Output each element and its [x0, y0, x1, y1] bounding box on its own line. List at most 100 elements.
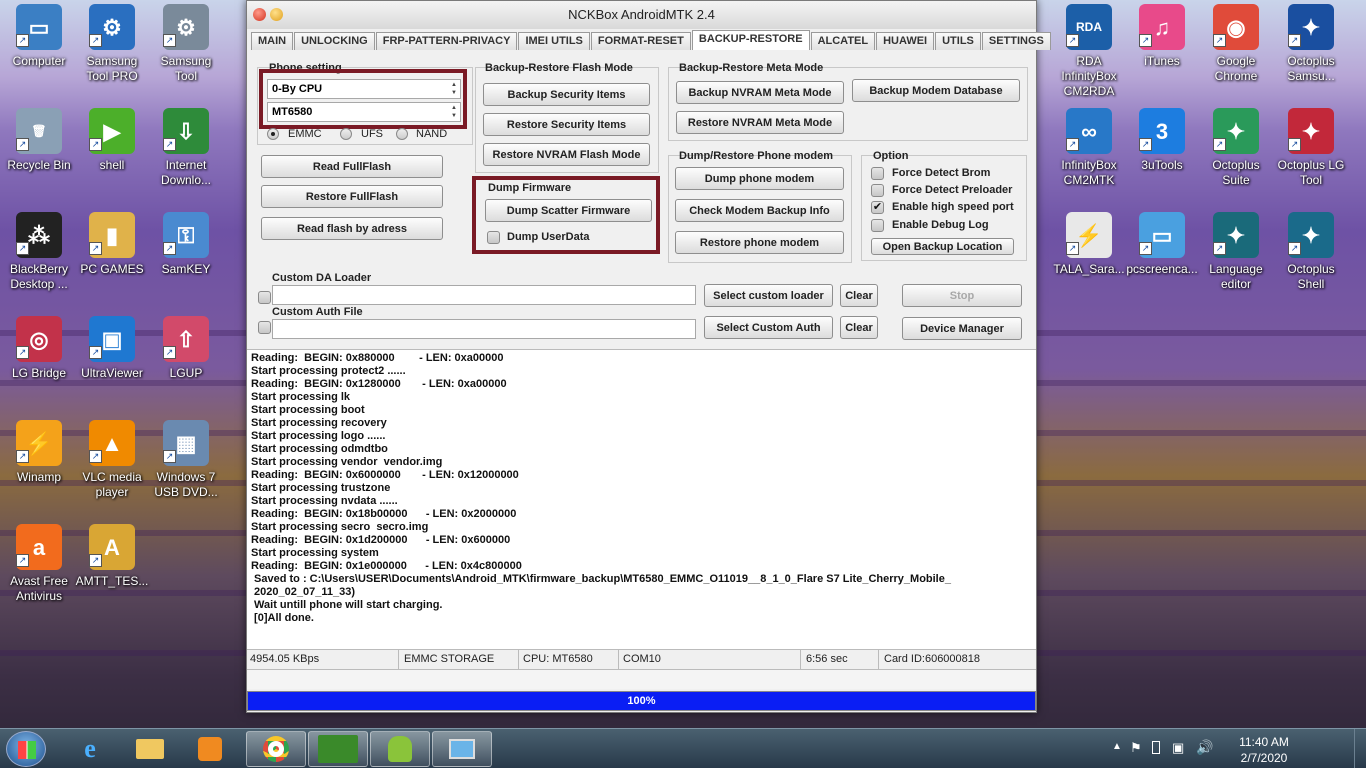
device-manager-button[interactable]: Device Manager — [902, 317, 1022, 340]
backup-security-button[interactable]: Backup Security Items — [483, 83, 650, 106]
log-line: Start processing trustzone — [251, 482, 391, 494]
android-icon — [388, 736, 412, 762]
tab-settings[interactable]: SETTINGS — [981, 32, 1051, 50]
desktop-icon-avast-free-antivirus[interactable]: a ↗ Avast Free Antivirus — [2, 524, 76, 604]
tab-utils[interactable]: UTILS — [935, 32, 981, 50]
shortcut-arrow-icon: ↗ — [89, 554, 102, 567]
select-custom-loader-button[interactable]: Select custom loader — [704, 284, 833, 307]
app-taskbar-icon[interactable] — [308, 731, 368, 767]
check-modem-backup-button[interactable]: Check Modem Backup Info — [675, 199, 844, 222]
desktop-icon-windows-7-usb-dvd[interactable]: ▦ ↗ Windows 7 USB DVD... — [149, 420, 223, 500]
tab-alcatel[interactable]: ALCATEL — [810, 32, 876, 50]
desktop-icon-amtt-tes[interactable]: A ↗ AMTT_TES... — [75, 524, 149, 589]
read-fullflash-button[interactable]: Read FullFlash — [261, 155, 443, 178]
media-taskbar-icon[interactable] — [180, 731, 240, 767]
restore-nvram-meta-button[interactable]: Restore NVRAM Meta Mode — [676, 111, 844, 134]
read-flash-by-address-button[interactable]: Read flash by adress — [261, 217, 443, 240]
high-speed-checkbox[interactable]: ✔ — [871, 201, 884, 214]
tab-main[interactable]: MAIN — [251, 32, 294, 50]
desktop-icon-octoplus-shell[interactable]: ✦ ↗ Octoplus Shell — [1274, 212, 1348, 292]
log-area[interactable]: Reading: BEGIN: 0x880000 - LEN: 0xa00000… — [247, 349, 1036, 649]
desktop-icon-octoplus-lg-tool[interactable]: ✦ ↗ Octoplus LG Tool — [1274, 108, 1348, 188]
tab-unlocking[interactable]: UNLOCKING — [294, 32, 375, 50]
desktop-icon-3utools[interactable]: 3 ↗ 3uTools — [1125, 108, 1199, 173]
desktop-icon-itunes[interactable]: ♫ ↗ iTunes — [1125, 4, 1199, 69]
tab-imei-utils[interactable]: IMEI UTILS — [518, 32, 590, 50]
desktop-icon-internet-downlo[interactable]: ⇩ ↗ Internet Downlo... — [149, 108, 223, 188]
close-icon[interactable] — [253, 8, 266, 21]
desktop-icon-lg-bridge[interactable]: ◎ ↗ LG Bridge — [2, 316, 76, 381]
custom-da-checkbox[interactable] — [258, 291, 271, 304]
backup-modem-database-button[interactable]: Backup Modem Database — [852, 79, 1020, 102]
tab-format-reset[interactable]: FORMAT-RESET — [590, 32, 691, 50]
network-icon[interactable]: ▣ — [1172, 740, 1184, 756]
clock-time: 11:40 AM — [1239, 735, 1289, 749]
desktop-icon-tala-sara[interactable]: ⚡ ↗ TALA_Sara... — [1052, 212, 1126, 277]
volume-icon[interactable]: 🔊 — [1196, 739, 1213, 756]
desktop-icon-shell[interactable]: ▶ ↗ shell — [75, 108, 149, 173]
desktop-icon-samkey[interactable]: ⚿ ↗ SamKEY — [149, 212, 223, 277]
show-desktop-button[interactable] — [1354, 729, 1366, 768]
stop-button[interactable]: Stop — [902, 284, 1022, 307]
desktop-icon-winamp[interactable]: ⚡ ↗ Winamp — [2, 420, 76, 485]
nckbox-taskbar-icon[interactable] — [370, 731, 430, 767]
custom-auth-checkbox[interactable] — [258, 321, 271, 334]
open-backup-location-button[interactable]: Open Backup Location — [871, 238, 1014, 255]
desktop-icon-pc-games[interactable]: ▮ ↗ PC GAMES — [75, 212, 149, 277]
desktop-icon-label: Google Chrome — [1214, 54, 1258, 83]
desktop-icon-octoplus-samsu[interactable]: ✦ ↗ Octoplus Samsu... — [1274, 4, 1348, 84]
force-preloader-checkbox[interactable] — [871, 184, 884, 197]
start-button[interactable] — [6, 731, 46, 767]
radio-emmc[interactable] — [267, 128, 279, 140]
restore-modem-button[interactable]: Restore phone modem — [675, 231, 844, 254]
desktop-icon-blackberry-desktop[interactable]: ⁂ ↗ BlackBerry Desktop ... — [2, 212, 76, 292]
debug-log-checkbox[interactable] — [871, 219, 884, 232]
desktop-icon-samsung-tool-pro[interactable]: ⚙ ↗ Samsung Tool PRO — [75, 4, 149, 84]
restore-security-button[interactable]: Restore Security Items — [483, 113, 650, 136]
desktop-icon-recycle-bin[interactable]: 🗑 ↗ Recycle Bin — [2, 108, 76, 173]
clear-auth-button[interactable]: Clear — [840, 316, 878, 339]
backup-nvram-meta-button[interactable]: Backup NVRAM Meta Mode — [676, 81, 844, 104]
desktop-icon-google-chrome[interactable]: ◉ ↗ Google Chrome — [1199, 4, 1273, 84]
dump-userdata-checkbox[interactable] — [487, 231, 500, 244]
show-hidden-icons-icon[interactable]: ▲ — [1112, 741, 1122, 752]
desktop-icon-octoplus-suite[interactable]: ✦ ↗ Octoplus Suite — [1199, 108, 1273, 188]
radio-ufs[interactable] — [340, 128, 352, 140]
custom-da-input[interactable] — [272, 285, 696, 305]
desktop-icon-pcscreenca[interactable]: ▭ ↗ pcscreenca... — [1125, 212, 1199, 277]
log-line: 2020_02_07_11_33) — [251, 586, 355, 598]
clock[interactable]: 11:40 AM 2/7/2020 — [1222, 734, 1306, 766]
ie-taskbar-icon[interactable]: e — [60, 731, 120, 767]
desktop-icon-computer[interactable]: ▭ ↗ Computer — [2, 4, 76, 69]
clear-loader-button[interactable]: Clear — [840, 284, 878, 307]
desktop-icon-ultraviewer[interactable]: ▣ ↗ UltraViewer — [75, 316, 149, 381]
restore-fullflash-button[interactable]: Restore FullFlash — [261, 185, 443, 208]
title-bar[interactable]: NCKBox AndroidMTK 2.4 — [247, 1, 1036, 29]
screen-taskbar-icon[interactable] — [432, 731, 492, 767]
desktop-icon-rda-infinitybox-cm2rda[interactable]: RDA ↗ RDA InfinityBox CM2RDA — [1052, 4, 1126, 99]
desktop-icon-infinitybox-cm2mtk[interactable]: ∞ ↗ InfinityBox CM2MTK — [1052, 108, 1126, 188]
select-custom-auth-button[interactable]: Select Custom Auth — [704, 316, 833, 339]
desktop-icon-vlc-media-player[interactable]: ▲ ↗ VLC media player — [75, 420, 149, 500]
tab-backup-restore[interactable]: BACKUP-RESTORE — [691, 30, 810, 50]
battery-icon[interactable] — [1152, 741, 1160, 754]
custom-auth-input[interactable] — [272, 319, 696, 339]
dump-scatter-button[interactable]: Dump Scatter Firmware — [485, 199, 652, 222]
chrome-taskbar-icon[interactable] — [246, 731, 306, 767]
desktop-icon-lgup[interactable]: ⇧ ↗ LGUP — [149, 316, 223, 381]
desktop-icon-samsung-tool[interactable]: ⚙ ↗ Samsung Tool — [149, 4, 223, 84]
explorer-taskbar-icon[interactable] — [120, 731, 180, 767]
force-brom-checkbox[interactable] — [871, 167, 884, 180]
desktop-icon-language-editor[interactable]: ✦ ↗ Language editor — [1199, 212, 1273, 292]
restore-nvram-flash-button[interactable]: Restore NVRAM Flash Mode — [483, 143, 650, 166]
tab-frp-pattern-privacy[interactable]: FRP-PATTERN-PRIVACY — [375, 32, 518, 50]
log-line: Start processing secro secro.img — [251, 521, 429, 533]
tab-huawei[interactable]: HUAWEI — [876, 32, 935, 50]
flag-icon[interactable]: ⚑ — [1130, 740, 1142, 756]
shortcut-arrow-icon: ↗ — [163, 34, 176, 47]
shortcut-arrow-icon: ↗ — [1288, 34, 1301, 47]
dump-modem-button[interactable]: Dump phone modem — [675, 167, 844, 190]
radio-nand[interactable] — [396, 128, 408, 140]
folder-icon — [136, 739, 164, 759]
minimize-icon[interactable] — [270, 8, 283, 21]
